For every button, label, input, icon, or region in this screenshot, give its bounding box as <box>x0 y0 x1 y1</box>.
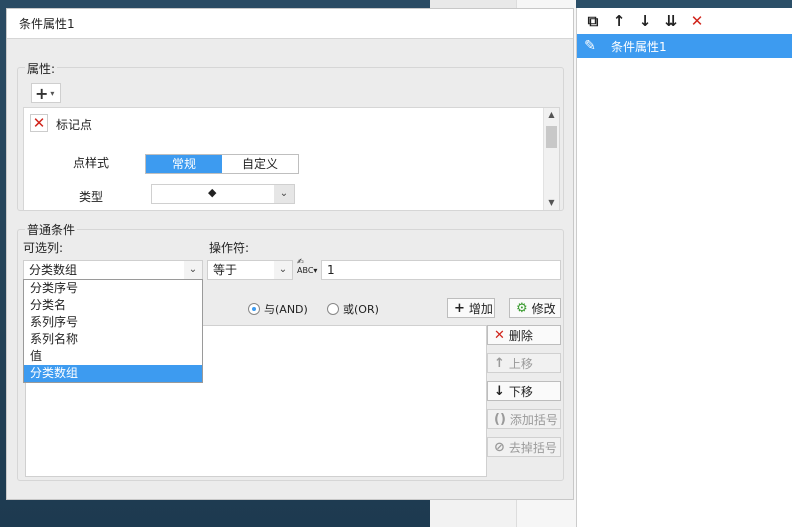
add-condition-button[interactable]: + 增加 <box>447 298 495 318</box>
condition-attribute-dialog: 条件属性1 属性: + ▾ ✕ 标记点 点样式 常规 自定义 类型 ◆ ⌄ ▲ ▼… <box>6 8 574 500</box>
arrow-up-icon: ↑ <box>494 355 505 371</box>
operator-select[interactable]: 等于 ⌄ <box>207 260 293 280</box>
condition-list-item[interactable]: ✎ 条件属性1 <box>577 34 792 58</box>
remove-bracket-button[interactable]: ⊘ 去掉括号 <box>487 437 561 457</box>
radio-circle <box>327 303 339 315</box>
plus-icon: + <box>454 300 465 316</box>
delete-icon[interactable]: ✕ <box>687 11 707 31</box>
column-option[interactable]: 分类名 <box>24 297 202 314</box>
column-option[interactable]: 系列名称 <box>24 331 202 348</box>
add-bracket-button[interactable]: () 添加括号 <box>487 409 561 429</box>
or-radio[interactable]: 或(OR) <box>327 301 379 317</box>
plus-icon: + <box>35 83 49 103</box>
column-select[interactable]: 分类数组 ⌄ <box>23 260 203 280</box>
remove-brackets-icon: ⊘ <box>494 439 505 455</box>
marker-type-value: ◆ <box>208 186 217 199</box>
pencil-icon: ✎ <box>584 38 596 54</box>
and-radio-label: 与(AND) <box>264 303 308 316</box>
remove-marker-button[interactable]: ✕ <box>30 114 48 132</box>
column-select-value: 分类数组 <box>29 263 78 277</box>
column-option-selected[interactable]: 分类数组 <box>24 365 202 382</box>
arrow-down-icon: ↓ <box>494 383 505 399</box>
condition-list-toolbar: ⧉ ↑ ↓ ⇊ ✕ <box>577 8 792 34</box>
arrow-down-icon[interactable]: ↓ <box>635 11 655 31</box>
point-style-normal-option[interactable]: 常规 <box>146 155 222 173</box>
operator-select-value: 等于 <box>213 263 238 277</box>
chevron-down-icon: ⌄ <box>274 185 294 203</box>
delete-condition-label: 删除 <box>508 328 533 343</box>
close-icon: ✕ <box>494 327 505 343</box>
column-label: 可选列: <box>23 241 64 255</box>
property-scrollbar[interactable]: ▲ ▼ <box>543 108 559 210</box>
brackets-icon: () <box>494 411 506 427</box>
copy-icon[interactable]: ⧉ <box>583 11 603 31</box>
gear-icon: ⚙ <box>516 300 528 316</box>
type-label: 类型 <box>79 190 104 204</box>
arrow-up-icon[interactable]: ↑ <box>609 11 629 31</box>
or-radio-label: 或(OR) <box>343 303 379 316</box>
modify-condition-label: 修改 <box>531 301 556 316</box>
marker-type-select[interactable]: ◆ ⌄ <box>151 184 295 204</box>
condition-value-input[interactable]: 1 <box>321 260 561 280</box>
and-radio[interactable]: 与(AND) <box>248 301 308 317</box>
move-up-label: 上移 <box>508 356 533 371</box>
chevron-down-icon: ⌄ <box>274 261 292 279</box>
properties-group-label: 属性: <box>25 60 58 77</box>
move-down-label: 下移 <box>508 384 533 399</box>
scroll-down-icon[interactable]: ▼ <box>544 196 559 210</box>
radio-circle <box>248 303 260 315</box>
move-bottom-icon[interactable]: ⇊ <box>661 11 681 31</box>
condition-list-item-label: 条件属性1 <box>611 39 667 54</box>
move-up-button[interactable]: ↑ 上移 <box>487 353 561 373</box>
operator-label: 操作符: <box>209 241 250 255</box>
point-style-toggle: 常规 自定义 <box>145 154 299 174</box>
scroll-thumb[interactable] <box>546 126 557 148</box>
dialog-title: 条件属性1 <box>7 9 573 39</box>
column-dropdown-list: 分类序号 分类名 系列序号 系列名称 值 分类数组 <box>23 279 203 383</box>
value-type-icon[interactable]: ✍ ABC▾ <box>297 257 319 279</box>
column-option[interactable]: 值 <box>24 348 202 365</box>
add-bracket-label: 添加括号 <box>509 412 558 427</box>
point-style-custom-option[interactable]: 自定义 <box>222 155 298 173</box>
remove-bracket-label: 去掉括号 <box>508 440 557 455</box>
chevron-down-icon: ▾ <box>50 88 55 98</box>
condition-list-panel: ⧉ ↑ ↓ ⇊ ✕ ✎ 条件属性1 <box>576 8 792 527</box>
scroll-up-icon[interactable]: ▲ <box>544 108 559 122</box>
add-condition-label: 增加 <box>468 301 493 316</box>
column-option[interactable]: 分类序号 <box>24 280 202 297</box>
marker-label: 标记点 <box>56 118 93 132</box>
modify-condition-button[interactable]: ⚙ 修改 <box>509 298 561 318</box>
point-style-label: 点样式 <box>73 156 110 170</box>
column-option[interactable]: 系列序号 <box>24 314 202 331</box>
property-list: ✕ 标记点 点样式 常规 自定义 类型 ◆ ⌄ ▲ ▼ <box>23 107 560 211</box>
move-down-button[interactable]: ↓ 下移 <box>487 381 561 401</box>
chevron-down-icon: ⌄ <box>184 261 202 279</box>
delete-condition-button[interactable]: ✕ 删除 <box>487 325 561 345</box>
add-property-button[interactable]: + ▾ <box>31 83 61 103</box>
conditions-group-label: 普通条件 <box>25 221 78 238</box>
